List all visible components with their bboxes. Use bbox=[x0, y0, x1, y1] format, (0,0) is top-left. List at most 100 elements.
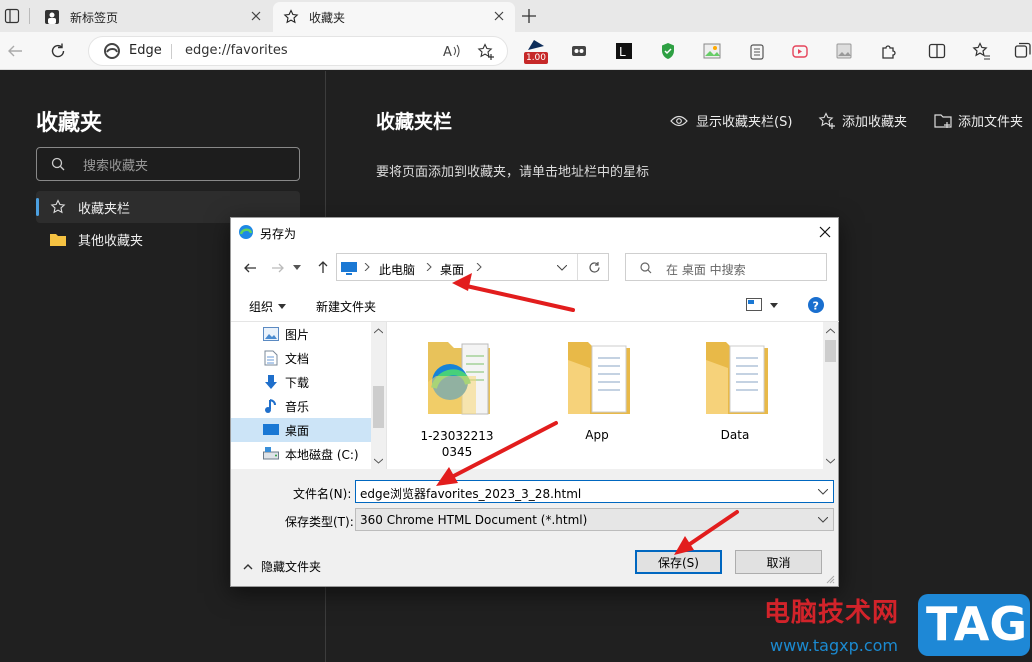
nav-item-label: 下载 bbox=[285, 375, 310, 390]
close-icon[interactable] bbox=[493, 10, 505, 22]
breadcrumb-item[interactable]: 此电脑 bbox=[379, 261, 415, 278]
sidebar-title: 收藏夹 bbox=[36, 111, 103, 136]
read-aloud-icon[interactable]: A bbox=[443, 43, 461, 59]
cancel-button[interactable]: 取消 bbox=[735, 550, 822, 574]
pictures-icon bbox=[263, 327, 279, 341]
nav-item-local-disk[interactable]: 本地磁盘 (C:) bbox=[231, 442, 371, 466]
hide-folders-toggle[interactable]: 隐藏文件夹 bbox=[243, 558, 321, 575]
scrollbar-thumb[interactable] bbox=[825, 340, 836, 362]
filename-input[interactable]: edge浏览器favorites_2023_3_28.html bbox=[355, 480, 834, 503]
file-item[interactable]: App bbox=[547, 336, 647, 466]
navigation-pane: 图片 文档 下载 音乐 桌面 本地磁盘 (C:) bbox=[231, 321, 386, 469]
save-button[interactable]: 保存(S) bbox=[635, 550, 722, 574]
tab-actions-icon[interactable] bbox=[4, 8, 20, 24]
nav-item-label: 图片 bbox=[285, 327, 310, 342]
refresh-icon[interactable] bbox=[588, 261, 601, 274]
watermark-logo-text: TAG bbox=[926, 597, 1028, 651]
filename-label: 文件名(N): bbox=[293, 487, 352, 501]
clipboard-icon[interactable] bbox=[749, 43, 765, 61]
extension-icon[interactable] bbox=[571, 43, 587, 59]
search-icon bbox=[51, 157, 65, 171]
chevron-right-icon bbox=[426, 263, 432, 271]
search-placeholder: 在 桌面 中搜索 bbox=[666, 263, 746, 277]
svg-text:?: ? bbox=[813, 300, 819, 313]
add-favorite-icon[interactable] bbox=[477, 43, 495, 61]
action-label: 添加文件夹 bbox=[958, 115, 1024, 130]
resize-grip-icon[interactable] bbox=[825, 574, 835, 584]
refresh-icon[interactable] bbox=[49, 42, 67, 60]
file-item[interactable]: Data bbox=[685, 336, 785, 466]
filetype-select[interactable]: 360 Chrome HTML Document (*.html) bbox=[355, 508, 834, 531]
nav-item-label: 本地磁盘 (C:) bbox=[285, 447, 359, 462]
save-as-dialog: 另存为 此电脑 桌面 在 桌面 中搜索 组织 新建文件夹 ? 图片 文档 下载 … bbox=[230, 217, 839, 587]
picture-icon[interactable] bbox=[836, 43, 852, 59]
divider bbox=[577, 254, 578, 280]
chevron-down-icon bbox=[278, 304, 287, 309]
back-icon[interactable] bbox=[6, 42, 24, 60]
eye-icon bbox=[670, 115, 688, 126]
up-icon[interactable] bbox=[317, 260, 329, 274]
nav-item-label: 文档 bbox=[285, 351, 310, 366]
file-scrollbar[interactable] bbox=[823, 322, 838, 470]
nav-item-desktop[interactable]: 桌面 bbox=[231, 418, 371, 442]
back-icon[interactable] bbox=[243, 262, 257, 274]
nav-item-music[interactable]: 音乐 bbox=[231, 394, 371, 418]
address-bar[interactable]: Edge edge://favorites A bbox=[88, 36, 508, 66]
close-icon[interactable] bbox=[250, 10, 262, 22]
recent-chevron-icon[interactable] bbox=[293, 265, 301, 271]
watermark-logo: TAG bbox=[918, 594, 1030, 656]
shield-icon[interactable] bbox=[660, 42, 676, 60]
svg-text:L: L bbox=[619, 45, 626, 59]
new-tab-button[interactable] bbox=[521, 8, 537, 24]
breadcrumb-item[interactable]: 桌面 bbox=[440, 261, 464, 278]
filetype-label: 保存类型(T): bbox=[285, 515, 354, 529]
collections-icon[interactable] bbox=[1014, 42, 1032, 60]
video-extension-icon[interactable] bbox=[792, 43, 808, 59]
tab-favorites[interactable]: 收藏夹 bbox=[273, 2, 515, 32]
tab-new-tab[interactable]: 新标签页 bbox=[36, 2, 270, 32]
favorites-search[interactable]: 搜索收藏夹 bbox=[36, 147, 300, 181]
tab-strip: 新标签页 收藏夹 bbox=[0, 0, 1032, 32]
chevron-down-icon[interactable] bbox=[818, 489, 828, 495]
add-star-icon bbox=[818, 111, 835, 129]
chevron-down-icon[interactable] bbox=[557, 265, 567, 271]
chevron-up-icon bbox=[243, 564, 253, 570]
documents-icon bbox=[264, 350, 278, 366]
help-icon[interactable]: ? bbox=[808, 297, 824, 313]
nav-scrollbar[interactable] bbox=[371, 322, 386, 469]
nav-item-documents[interactable]: 文档 bbox=[231, 346, 371, 370]
image-extension-icon[interactable] bbox=[703, 43, 721, 59]
search-icon bbox=[640, 262, 652, 274]
edge-logo-icon bbox=[104, 43, 120, 59]
split-screen-icon[interactable] bbox=[928, 42, 946, 60]
extensions-icon[interactable] bbox=[880, 42, 898, 60]
extension-icon[interactable]: L bbox=[616, 43, 632, 59]
breadcrumb[interactable]: 此电脑 桌面 bbox=[336, 253, 609, 281]
sidebar-item-label: 收藏夹栏 bbox=[78, 201, 131, 217]
organize-menu[interactable]: 组织 bbox=[249, 298, 287, 315]
nav-item-label: 音乐 bbox=[285, 399, 310, 414]
add-folder-button[interactable]: 添加文件夹 bbox=[934, 111, 1023, 130]
search-placeholder: 搜索收藏夹 bbox=[83, 159, 149, 174]
add-favorite-button[interactable]: 添加收藏夹 bbox=[818, 111, 907, 130]
close-icon[interactable] bbox=[819, 226, 831, 238]
new-folder-button[interactable]: 新建文件夹 bbox=[316, 298, 376, 315]
chevron-right-icon bbox=[364, 263, 370, 271]
scrollbar-thumb[interactable] bbox=[373, 386, 384, 428]
desktop-icon bbox=[263, 424, 279, 435]
forward-icon[interactable] bbox=[271, 262, 285, 274]
file-item[interactable]: 1-230322130345 bbox=[407, 336, 507, 466]
nav-item-pictures[interactable]: 图片 bbox=[231, 322, 371, 346]
nav-item-downloads[interactable]: 下载 bbox=[231, 370, 371, 394]
url-text[interactable]: edge://favorites bbox=[185, 43, 288, 58]
folder-search-input[interactable]: 在 桌面 中搜索 bbox=[625, 253, 827, 281]
extension-badge: 1.00 bbox=[524, 52, 548, 64]
favorites-icon[interactable] bbox=[972, 42, 990, 60]
view-options-icon[interactable] bbox=[746, 298, 762, 312]
edge-folder-icon bbox=[428, 342, 490, 415]
dialog-title: 另存为 bbox=[260, 227, 297, 241]
show-favorites-bar-button[interactable]: 显示收藏夹栏(S) bbox=[670, 111, 792, 130]
chevron-down-icon[interactable] bbox=[770, 303, 778, 308]
extension-icon[interactable]: 1.00 bbox=[524, 38, 548, 66]
watermark-site-name: 电脑技术网 bbox=[764, 598, 900, 628]
